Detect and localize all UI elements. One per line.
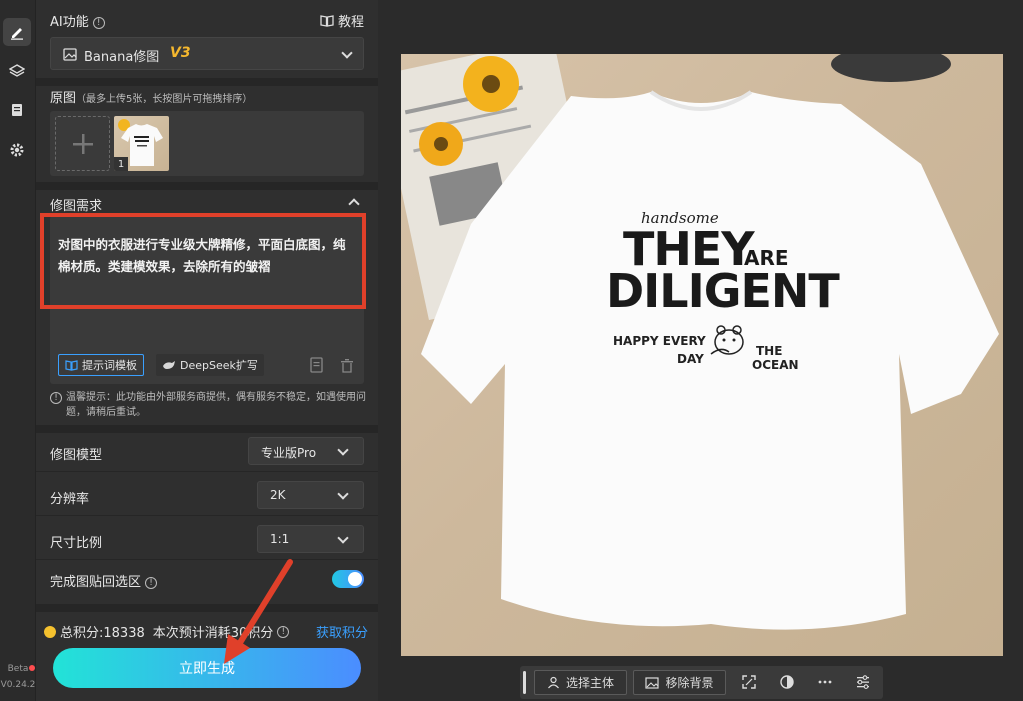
thumbnail-index: 1 [114, 157, 128, 171]
total-points: 总积分:18338 [60, 626, 145, 641]
document-icon [12, 104, 22, 116]
ai-model-select[interactable]: Banana修图 V3 [50, 37, 364, 70]
section-divider [36, 78, 378, 86]
image-icon [63, 48, 77, 61]
model-version-badge: V3 [170, 45, 191, 61]
row-divider [36, 559, 378, 560]
chevron-up-icon[interactable] [348, 198, 360, 210]
chevron-down-icon [337, 532, 349, 544]
original-title-text: 原图 [50, 91, 77, 106]
uploaded-thumbnail[interactable]: 1 [114, 116, 169, 171]
canvas-area: handsome THEY ARE DILIGENT HAPPY EVERY D… [378, 0, 1023, 701]
bottom-toolbar: 选择主体 移除背景 [520, 666, 883, 699]
info-icon: ! [50, 392, 62, 404]
requirements-title: 修图需求 [50, 199, 103, 214]
resolution-value: 2K [270, 488, 286, 502]
book-icon [320, 15, 334, 27]
gear-icon [10, 143, 24, 157]
ai-panel-title: AI功能! [50, 11, 105, 30]
shirt-text-the: THE [756, 344, 783, 358]
ratio-select[interactable]: 1:1 [257, 525, 364, 553]
toggle-knob [348, 572, 362, 586]
annotation-highlight-box [40, 213, 366, 309]
original-images-hint: （最多上传5张，长按图片可拖拽排序） [76, 94, 253, 105]
sliders-icon[interactable] [855, 674, 871, 690]
remove-background-label: 移除背景 [665, 676, 714, 690]
chevron-down-icon [341, 47, 353, 59]
model-setting-value: 专业版Pro [261, 446, 317, 460]
chevron-down-icon [337, 488, 349, 500]
left-rail: Beta V0.24.2 [0, 0, 36, 701]
beta-dot [29, 665, 35, 671]
info-icon[interactable]: ! [92, 16, 105, 29]
image-icon [645, 676, 660, 689]
shirt-text-ocean: OCEAN [752, 358, 799, 372]
ai-title-text: AI功能 [50, 15, 89, 30]
whale-icon [163, 361, 175, 369]
original-images-title: 原图（最多上传5张，长按图片可拖拽排序） [50, 87, 252, 106]
version-label: V0.24.2 [0, 680, 36, 690]
person-icon [548, 676, 559, 689]
contrast-icon[interactable] [779, 674, 795, 690]
layers-icon [9, 64, 25, 77]
model-select-value: Banana修图 [84, 50, 160, 65]
deepseek-expand-button[interactable]: DeepSeek扩写 [156, 354, 264, 376]
paste-back-row: 完成图贴回选区! [50, 571, 158, 590]
warm-tip: ! 温馨提示：此功能由外部服务商提供，偶有服务不稳定，如遇使用问题，请稍后重试。 [50, 390, 366, 420]
shirt-text-day: DAY [677, 352, 704, 366]
row-divider [36, 515, 378, 516]
resolution-select[interactable]: 2K [257, 481, 364, 509]
book-icon [65, 359, 78, 371]
more-icon[interactable] [817, 674, 833, 690]
prompt-template-button[interactable]: 提示词模板 [58, 354, 144, 376]
bear-icon [710, 325, 744, 355]
layers-tool-button[interactable] [3, 57, 31, 85]
upload-button[interactable] [55, 116, 110, 171]
ai-panel: AI功能! 教程 Banana修图 V3 原图（最多上传5张，长按图片可拖拽排序… [36, 0, 378, 701]
drag-handle[interactable] [523, 671, 526, 694]
resolution-label: 分辨率 [50, 492, 90, 507]
info-icon[interactable]: ! [145, 576, 158, 589]
section-divider [36, 604, 378, 612]
select-subject-label: 选择主体 [565, 676, 614, 690]
ratio-label: 尺寸比例 [50, 536, 103, 551]
pencil-icon [11, 28, 23, 40]
notes-tool-button[interactable] [3, 96, 31, 124]
shirt-text-happy-every: HAPPY EVERY [613, 334, 706, 348]
warm-tip-text: 温馨提示：此功能由外部服务商提供，偶有服务不稳定，如遇使用问题，请稍后重试。 [66, 392, 366, 418]
settings-tool-button[interactable] [3, 136, 31, 164]
select-subject-button[interactable]: 选择主体 [534, 670, 627, 695]
get-points-link[interactable]: 获取积分 [316, 622, 368, 641]
paste-back-label: 完成图贴回选区 [50, 575, 142, 590]
model-setting-label: 修图模型 [50, 448, 103, 463]
plus-icon [73, 134, 93, 154]
generate-button[interactable]: 立即生成 [53, 648, 361, 688]
tutorial-link[interactable]: 教程 [320, 11, 364, 30]
image-upload-area: 1 [50, 111, 364, 176]
expand-icon[interactable] [741, 674, 757, 690]
tshirt-photo: handsome THEY ARE DILIGENT HAPPY EVERY D… [401, 54, 1003, 656]
ratio-value: 1:1 [270, 532, 290, 546]
section-divider [36, 182, 378, 190]
tutorial-label: 教程 [337, 15, 364, 30]
row-divider [36, 471, 378, 472]
annotation-arrow-icon [224, 559, 293, 664]
section-divider [36, 425, 378, 433]
template-button-label: 提示词模板 [82, 359, 137, 372]
chevron-down-icon [337, 444, 349, 456]
model-setting-select[interactable]: 专业版Pro [248, 437, 364, 465]
paste-back-toggle[interactable] [332, 570, 364, 588]
shirt-text-diligent: DILIGENT [606, 264, 840, 318]
edit-tool-button[interactable] [3, 18, 31, 46]
trash-icon[interactable] [340, 358, 354, 373]
remove-background-button[interactable]: 移除背景 [633, 670, 726, 695]
history-icon[interactable] [309, 357, 325, 374]
coin-icon [44, 625, 56, 638]
deepseek-button-label: DeepSeek扩写 [180, 359, 258, 372]
